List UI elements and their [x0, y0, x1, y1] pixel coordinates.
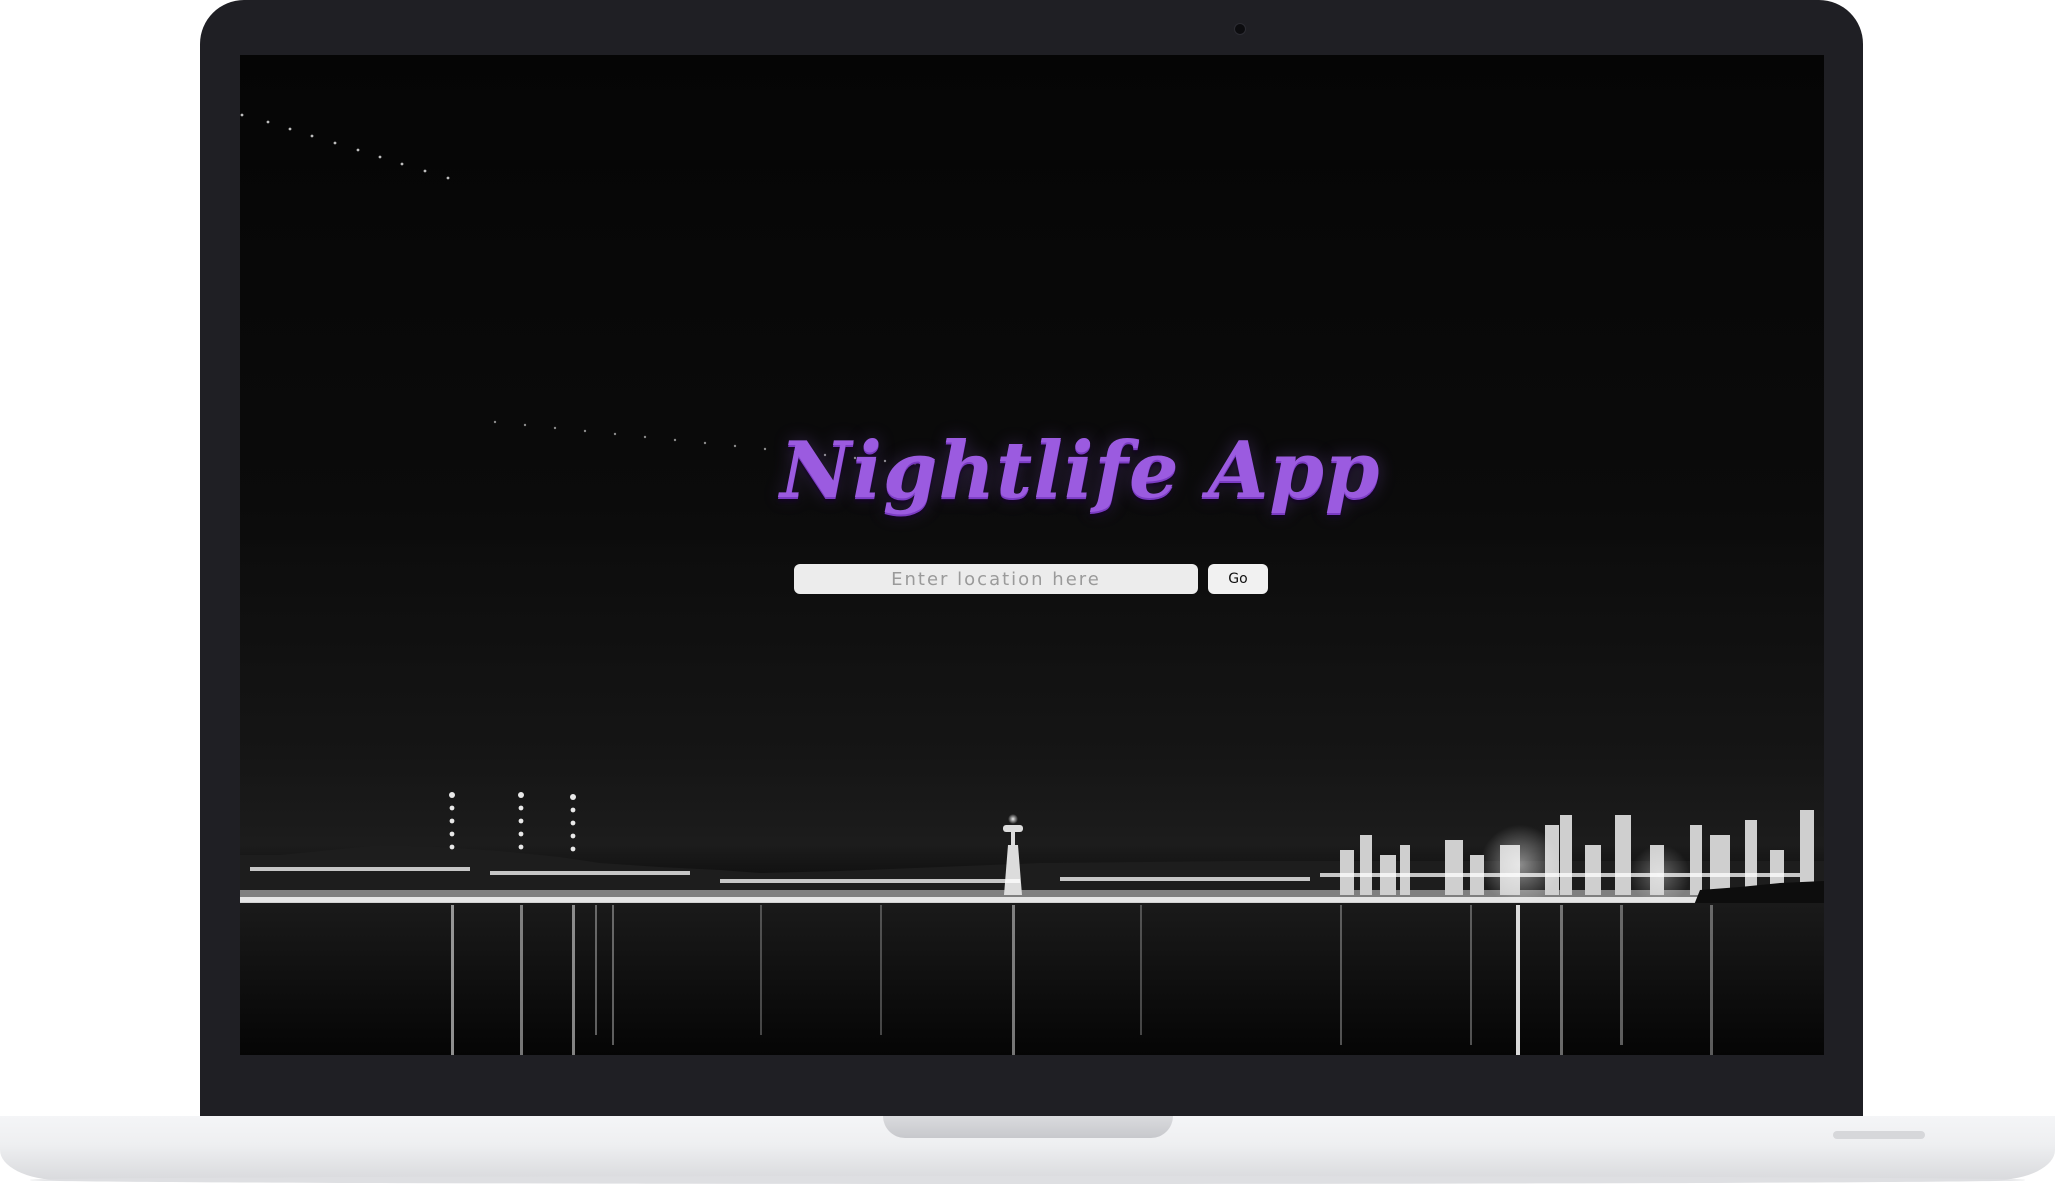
app-screen: Nightlife App Go	[240, 55, 1824, 1055]
laptop-opening-notch	[883, 1116, 1173, 1138]
hero-section: Nightlife App Go	[240, 55, 1824, 1055]
laptop-vent-slot	[1833, 1131, 1925, 1139]
webcam-icon	[1234, 23, 1246, 35]
location-search-input[interactable]	[794, 564, 1198, 594]
app-title: Nightlife App	[780, 425, 1381, 516]
go-button[interactable]: Go	[1208, 564, 1268, 594]
laptop-mockup: Nightlife App Go	[0, 0, 2055, 1184]
laptop-shadow	[30, 1176, 2025, 1184]
